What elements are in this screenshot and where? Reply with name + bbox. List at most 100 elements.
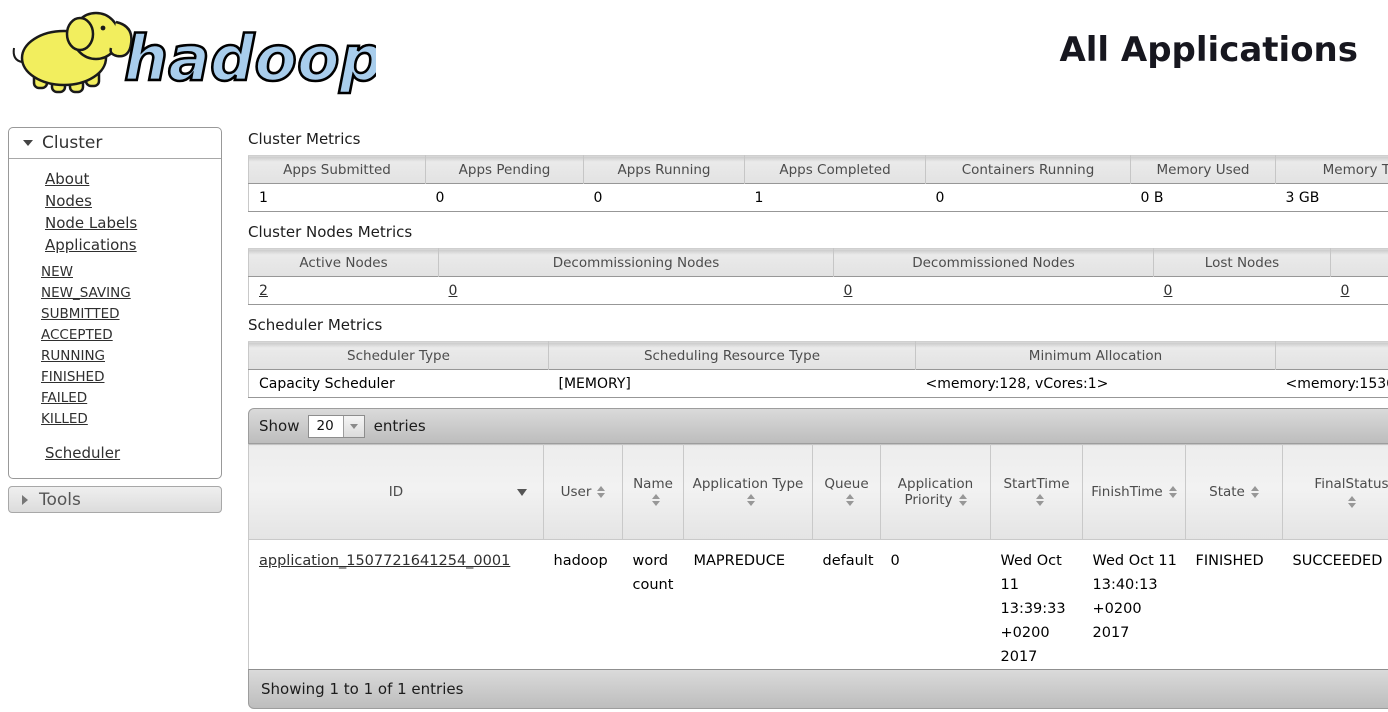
- page-title: All Applications: [1059, 30, 1358, 70]
- main-layout: Cluster About Nodes Node Labels Applicat…: [0, 118, 1388, 709]
- nodes-link[interactable]: Nodes: [45, 192, 92, 210]
- sidebar-item-failed: FAILED: [41, 387, 221, 408]
- app-final-status-cell: SUCCEEDED: [1283, 540, 1388, 670]
- cluster-metrics-table: Apps Submitted Apps Pending Apps Running…: [248, 155, 1388, 212]
- sidebar-item-applications: Applications: [45, 234, 221, 256]
- col-apps-submitted: Apps Submitted: [249, 156, 426, 184]
- col-user-label: User: [561, 484, 592, 500]
- col-active-nodes: Active Nodes: [249, 249, 439, 277]
- nodes-metrics-header-row: Active Nodes Decommissioning Nodes Decom…: [249, 249, 1388, 277]
- col-queue[interactable]: Queue: [813, 445, 881, 540]
- table-footer: Showing 1 to 1 of 1 entries: [248, 669, 1388, 709]
- app-start-time-cell: Wed Oct 11 13:39:33 +0200 2017: [991, 540, 1083, 670]
- page-size-value: 20: [309, 416, 342, 437]
- sort-icon: [846, 494, 854, 506]
- sort-icon: [597, 486, 605, 498]
- col-user[interactable]: User: [544, 445, 623, 540]
- col-state-label: State: [1209, 484, 1245, 500]
- maximum-allocation-value: <memory:1536, vCores:4>: [1276, 370, 1388, 398]
- col-decommissioning-nodes: Decommissioning Nodes: [439, 249, 834, 277]
- application-id-link[interactable]: application_1507721641254_0001: [259, 553, 510, 569]
- col-start-time[interactable]: StartTime: [991, 445, 1083, 540]
- cluster-links: About Nodes Node Labels Applications: [9, 168, 221, 256]
- sort-icon: [1348, 496, 1356, 508]
- apps-pending-value: 0: [426, 184, 584, 212]
- state-finished-link[interactable]: FINISHED: [41, 369, 104, 385]
- top-bar: hadoop All Applications: [0, 0, 1388, 118]
- col-name[interactable]: Name: [623, 445, 684, 540]
- col-minimum-allocation: Minimum Allocation: [916, 342, 1276, 370]
- state-submitted-link[interactable]: SUBMITTED: [41, 306, 120, 322]
- cluster-nodes-metrics-table: Active Nodes Decommissioning Nodes Decom…: [248, 248, 1388, 305]
- scheduler-metrics-table: Scheduler Type Scheduling Resource Type …: [248, 341, 1388, 398]
- apps-running-value: 0: [584, 184, 745, 212]
- state-killed-link[interactable]: KILLED: [41, 411, 88, 427]
- applications-header-row: ID User Name Application Type Queue Appl…: [249, 445, 1388, 540]
- page-size-select[interactable]: 20: [308, 415, 364, 438]
- sidebar-item-running: RUNNING: [41, 345, 221, 366]
- scheduler-metrics-header-row: Scheduler Type Scheduling Resource Type …: [249, 342, 1388, 370]
- col-scheduler-type: Scheduler Type: [249, 342, 549, 370]
- applications-link[interactable]: Applications: [45, 236, 137, 254]
- lost-nodes-value: 0: [1154, 277, 1331, 305]
- elephant-icon: [14, 13, 132, 92]
- app-state-cell: FINISHED: [1186, 540, 1283, 670]
- sidebar-item-node-labels: Node Labels: [45, 212, 221, 234]
- cutoff-nodes-value: 0: [1331, 277, 1388, 305]
- application-state-links: NEW NEW_SAVING SUBMITTED ACCEPTED RUNNIN…: [9, 261, 221, 429]
- col-final-status-label: FinalStatus: [1314, 476, 1388, 492]
- sidebar-item-nodes: Nodes: [45, 190, 221, 212]
- col-final-status[interactable]: FinalStatus: [1283, 445, 1388, 540]
- state-failed-link[interactable]: FAILED: [41, 390, 87, 406]
- scheduler-metrics-row: Capacity Scheduler [MEMORY] <memory:128,…: [249, 370, 1388, 398]
- app-finish-time-cell: Wed Oct 11 13:40:13 +0200 2017: [1083, 540, 1186, 670]
- state-accepted-link[interactable]: ACCEPTED: [41, 327, 113, 343]
- state-new-saving-link[interactable]: NEW_SAVING: [41, 285, 131, 301]
- scheduler-metrics-heading: Scheduler Metrics: [248, 316, 1388, 334]
- state-new-link[interactable]: NEW: [41, 264, 73, 280]
- col-apps-running: Apps Running: [584, 156, 745, 184]
- col-memory-used: Memory Used: [1131, 156, 1276, 184]
- app-id-cell: application_1507721641254_0001: [249, 540, 544, 670]
- sort-desc-icon: [517, 489, 527, 496]
- cluster-metrics-heading: Cluster Metrics: [248, 130, 1388, 148]
- cluster-nav-box: Cluster About Nodes Node Labels Applicat…: [8, 127, 222, 479]
- content-area: Cluster Metrics Apps Submitted Apps Pend…: [248, 118, 1388, 709]
- state-running-link[interactable]: RUNNING: [41, 348, 105, 364]
- sort-icon: [959, 494, 967, 506]
- cluster-nodes-metrics-heading: Cluster Nodes Metrics: [248, 223, 1388, 241]
- col-application-priority[interactable]: Application Priority: [881, 445, 991, 540]
- sidebar-item-finished: FINISHED: [41, 366, 221, 387]
- decommissioned-nodes-link[interactable]: 0: [844, 283, 853, 299]
- sort-icon: [1036, 494, 1044, 506]
- showing-entries-text: Showing 1 to 1 of 1 entries: [261, 680, 463, 698]
- chevron-down-icon: [350, 424, 358, 429]
- applications-table: ID User Name Application Type Queue Appl…: [248, 444, 1388, 669]
- decommissioned-nodes-value: 0: [834, 277, 1154, 305]
- node-labels-link[interactable]: Node Labels: [45, 214, 137, 232]
- col-cutoff: [1331, 249, 1388, 277]
- cluster-section-header[interactable]: Cluster: [9, 128, 221, 159]
- col-application-type[interactable]: Application Type: [684, 445, 813, 540]
- col-application-type-label: Application Type: [693, 476, 804, 492]
- active-nodes-link[interactable]: 2: [259, 283, 268, 299]
- select-arrow-box: [343, 416, 364, 437]
- cutoff-nodes-link[interactable]: 0: [1341, 283, 1350, 299]
- col-start-time-label: StartTime: [1003, 476, 1069, 492]
- scheduler-link[interactable]: Scheduler: [45, 444, 120, 462]
- col-apps-completed: Apps Completed: [745, 156, 926, 184]
- app-user-cell: hadoop: [544, 540, 623, 670]
- tools-section-header[interactable]: Tools: [8, 486, 222, 513]
- sidebar-item-killed: KILLED: [41, 408, 221, 429]
- about-link[interactable]: About: [45, 170, 89, 188]
- sidebar-item-submitted: SUBMITTED: [41, 303, 221, 324]
- decommissioning-nodes-link[interactable]: 0: [449, 283, 458, 299]
- col-id[interactable]: ID: [249, 445, 544, 540]
- chevron-right-icon: [22, 495, 28, 505]
- containers-running-value: 0: [926, 184, 1131, 212]
- lost-nodes-link[interactable]: 0: [1164, 283, 1173, 299]
- col-apps-pending: Apps Pending: [426, 156, 584, 184]
- cluster-section-label: Cluster: [42, 133, 102, 153]
- col-finish-time[interactable]: FinishTime: [1083, 445, 1186, 540]
- col-state[interactable]: State: [1186, 445, 1283, 540]
